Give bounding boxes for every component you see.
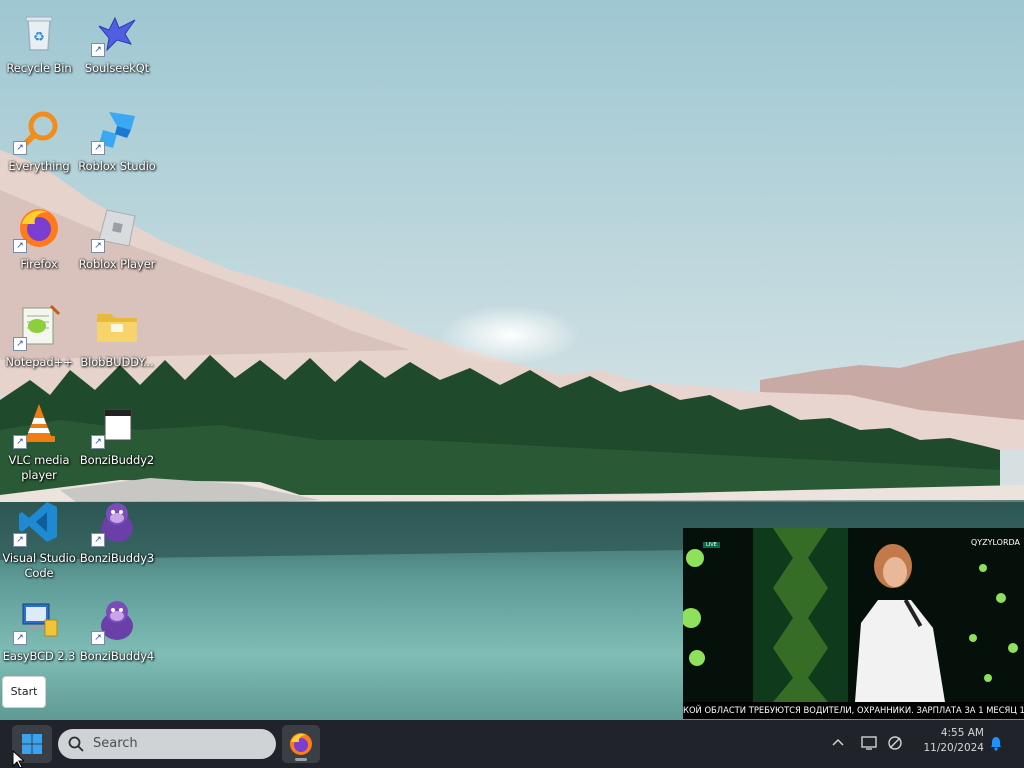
icon-label: EasyBCD 2.3 xyxy=(2,649,76,663)
channel-logo: QYZYLORDA xyxy=(970,538,1020,547)
start-tooltip: Start xyxy=(2,676,46,708)
shortcut-arrow-icon: ↗ xyxy=(13,631,27,645)
mouse-cursor-icon xyxy=(12,750,24,768)
shortcut-arrow-icon: ↗ xyxy=(13,141,27,155)
taskbar-firefox-button[interactable] xyxy=(282,725,320,763)
shortcut-arrow-icon: ↗ xyxy=(13,533,27,547)
video-frame xyxy=(683,528,1024,719)
taskbar-search[interactable]: Search xyxy=(58,729,276,759)
news-ticker: КОЙ ОБЛАСТИ ТРЕБУЮТСЯ ВОДИТЕЛИ, ОХРАННИК… xyxy=(683,702,1024,719)
notification-bell-icon[interactable] xyxy=(987,734,1005,752)
search-icon xyxy=(68,736,84,752)
bonzibuddy3-shortcut[interactable]: ↗ BonziBuddy3 xyxy=(78,494,156,584)
firefox-shortcut[interactable]: ↗ Firefox xyxy=(0,200,78,290)
icon-label: BonziBuddy2 xyxy=(79,453,155,467)
bonzibuddy2-shortcut[interactable]: ↗ BonziBuddy2 xyxy=(78,396,156,486)
svg-text:♻: ♻ xyxy=(33,30,45,45)
icon-label: Visual Studio Code xyxy=(2,551,76,580)
shortcut-arrow-icon: ↗ xyxy=(13,337,27,351)
taskbar: Search 4:55 AM 11/20/2024 xyxy=(0,720,1024,768)
firefox-icon xyxy=(290,733,312,755)
shortcut-arrow-icon: ↗ xyxy=(91,435,105,449)
icon-label: VLC media player xyxy=(8,453,70,482)
roblox-player-shortcut[interactable]: ↗ Roblox Player xyxy=(78,200,156,290)
bonzibuddy4-shortcut[interactable]: ↗ BonziBuddy4 xyxy=(78,592,156,682)
clock-date: 11/20/2024 xyxy=(923,742,984,754)
icon-label: Everything xyxy=(8,159,70,173)
running-indicator xyxy=(295,758,307,761)
shortcut-arrow-icon: ↗ xyxy=(13,435,27,449)
icon-label: Firefox xyxy=(20,257,58,271)
shortcut-arrow-icon: ↗ xyxy=(91,141,105,155)
video-player-window[interactable]: LIVE QYZYLORDA КОЙ ОБЛАСТИ ТРЕБУЮТСЯ ВОД… xyxy=(683,528,1024,719)
icon-label: Roblox Studio xyxy=(78,159,156,173)
blobbuddy-folder[interactable]: BlobBUDDY... xyxy=(78,298,156,388)
clock-time: 4:55 AM xyxy=(940,727,984,739)
icon-label: Roblox Player xyxy=(78,257,156,271)
icon-label: SoulseekQt xyxy=(84,61,150,75)
vlc-shortcut[interactable]: ↗ VLC media player xyxy=(0,396,78,486)
everything-shortcut[interactable]: ↗ Everything xyxy=(0,102,78,192)
recycle-bin-icon: ♻ xyxy=(25,16,53,51)
display-icon[interactable] xyxy=(860,734,878,752)
icon-label: Notepad++ xyxy=(5,355,73,369)
vscode-shortcut[interactable]: ↗ Visual Studio Code xyxy=(0,494,78,584)
shortcut-arrow-icon: ↗ xyxy=(91,43,105,57)
search-placeholder: Search xyxy=(93,736,138,751)
shortcut-arrow-icon: ↗ xyxy=(91,631,105,645)
system-clock[interactable]: 4:55 AM 11/20/2024 xyxy=(912,726,984,756)
windows-logo-icon xyxy=(22,734,42,754)
shortcut-arrow-icon: ↗ xyxy=(13,239,27,253)
easybcd-shortcut[interactable]: ↗ EasyBCD 2.3 xyxy=(0,592,78,682)
shortcut-arrow-icon: ↗ xyxy=(91,239,105,253)
recycle-bin-shortcut[interactable]: ♻ Recycle Bin xyxy=(0,4,78,94)
folder-icon xyxy=(97,314,137,342)
shortcut-arrow-icon: ↗ xyxy=(91,533,105,547)
icon-label: Recycle Bin xyxy=(6,61,72,75)
icon-label: BonziBuddy3 xyxy=(79,551,155,565)
chevron-up-icon[interactable] xyxy=(829,734,847,752)
network-icon[interactable] xyxy=(886,734,904,752)
live-badge: LIVE xyxy=(703,542,720,548)
soulseekqt-shortcut[interactable]: ↗ SoulseekQt xyxy=(78,4,156,94)
notepad-plus-plus-shortcut[interactable]: ↗ Notepad++ xyxy=(0,298,78,388)
icon-label: BlobBUDDY... xyxy=(80,355,154,369)
icon-label: BonziBuddy4 xyxy=(79,649,155,663)
roblox-studio-shortcut[interactable]: ↗ Roblox Studio xyxy=(78,102,156,192)
